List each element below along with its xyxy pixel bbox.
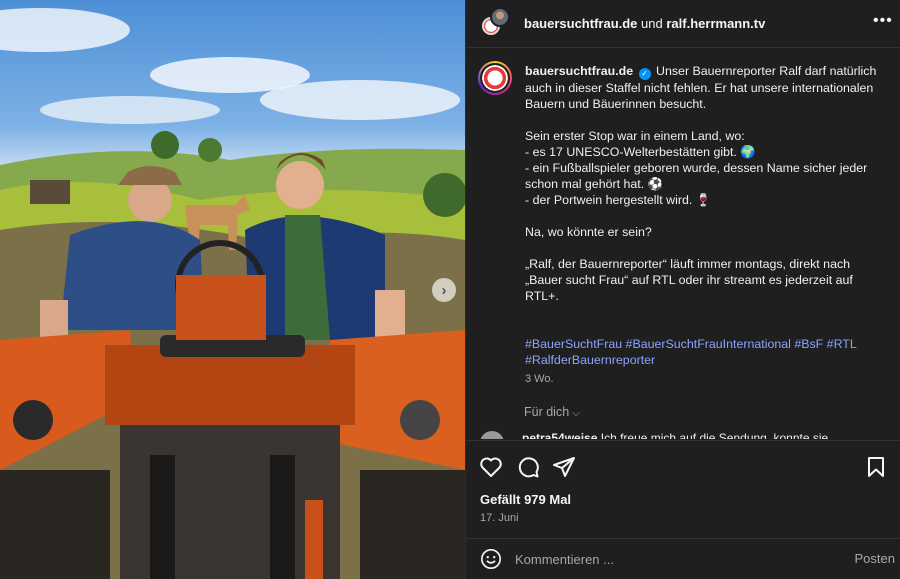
for-you-label: Für dich [524,405,570,419]
carousel-next-button[interactable]: › [432,278,456,302]
comment-icon[interactable] [516,455,540,479]
caption-promo: „Ralf, der Bauernreporter“ läuft immer m… [525,257,853,303]
chevron-down-icon: ⌵ [572,408,580,419]
more-options-button[interactable]: ••• [873,12,893,32]
caption-time-ago: 3 Wo. [525,373,554,385]
post-actions: Gefällt 979 Mal 17. Juni [466,440,900,540]
header-username-2[interactable]: ralf.herrmann.tv [666,16,765,31]
collab-avatars[interactable] [480,6,510,39]
caption-avatar[interactable] [478,61,512,95]
more-icon: ••• [873,12,893,29]
photo-illustration [0,8,465,579]
collab-usernames: bauersuchtfrau.de und ralf.herrmann.tv [524,16,765,31]
comment-input[interactable] [515,550,815,568]
caption-line: - ein Fußballspieler geboren wurde, dess… [525,161,868,191]
post-date: 17. Juni [480,512,519,524]
post-photo: › [0,0,465,579]
header-username-1[interactable]: bauersuchtfrau.de [524,16,637,31]
heart-icon[interactable] [479,455,503,479]
caption-line: Sein erster Stop war in einem Land, wo: [525,129,745,143]
share-icon[interactable] [552,455,576,479]
emoji-icon[interactable] [480,548,502,570]
bookmark-icon[interactable] [864,455,888,479]
instagram-post: › bauersuchtfrau.de und ralf.herrmann.tv… [0,0,900,579]
header-joiner: und [641,16,663,31]
caption-question: Na, wo könnte er sein? [525,225,652,239]
verified-icon: ✓ [638,68,651,80]
for-you-toggle[interactable]: Für dich ⌵ [524,405,580,419]
caption-line: - es 17 UNESCO-Welterbestätten gibt. 🌍 [525,145,756,159]
like-count[interactable]: Gefällt 979 Mal [480,492,571,507]
comment-preview: petra54weise Ich freue mich auf die Send… [480,431,890,439]
caption-line: - der Portwein hergestellt wird. 🍷 [525,193,712,207]
caption-scroll-area[interactable]: bauersuchtfrau.de ✓ Unser Bauernreporter… [466,49,900,439]
post-comment-button[interactable]: Posten [855,551,895,566]
comment-bar: Posten [466,538,900,579]
caption-hashtags[interactable]: #BauerSuchtFrau #BauerSuchtFrauInternati… [525,336,890,368]
post-side-panel: bauersuchtfrau.de und ralf.herrmann.tv •… [465,0,900,579]
avatar[interactable] [480,431,504,439]
comment-username[interactable]: petra54weise [522,431,597,439]
avatar [490,6,510,27]
comment-text: Ich freue mich auf die Sendung, konnte s… [600,431,829,439]
caption-text: bauersuchtfrau.de ✓ Unser Bauernreporter… [525,63,890,368]
caption-username[interactable]: bauersuchtfrau.de [525,64,633,78]
post-header: bauersuchtfrau.de und ralf.herrmann.tv •… [466,0,900,48]
chevron-right-icon: › [441,281,447,299]
